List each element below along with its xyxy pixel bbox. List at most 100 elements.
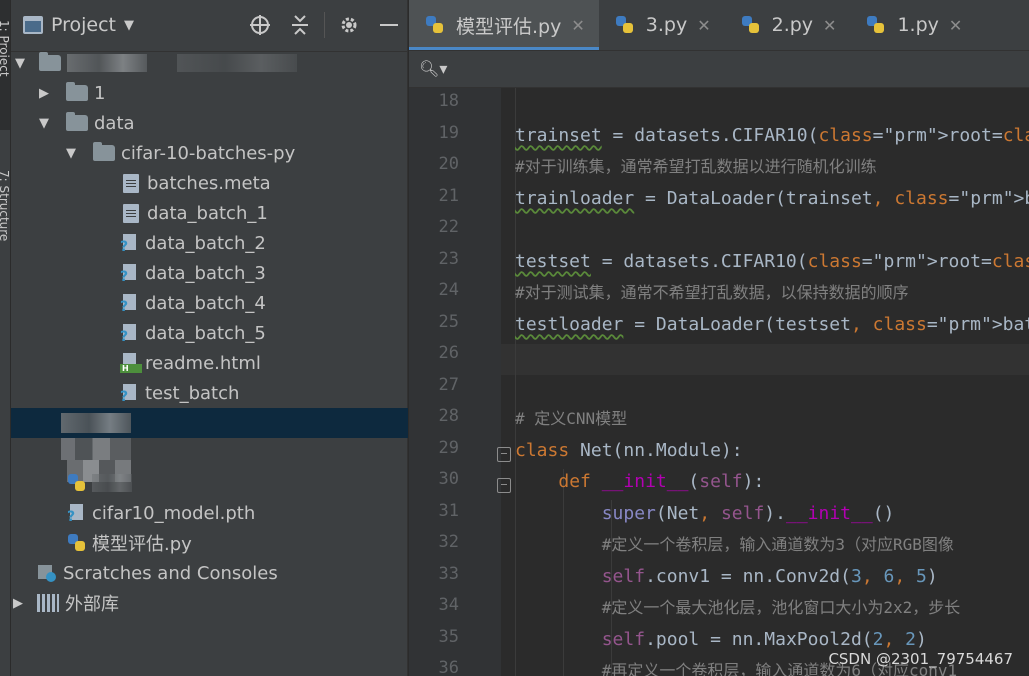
redacted-root-path (177, 54, 297, 72)
tab-1-py[interactable]: 1.py ✕ (850, 0, 976, 50)
redacted-tree-item (61, 438, 131, 460)
python-file-icon (741, 15, 761, 35)
editor-search-bar[interactable]: 🔍︎▾ (409, 50, 1029, 88)
structure-tool-tab[interactable]: 7: Structure (0, 150, 11, 260)
line-number: 20 (438, 154, 459, 174)
watermark: CSDN @2301_79754467 (828, 650, 1013, 668)
tab-label: 模型评估.py (456, 15, 562, 38)
tab-label: 3.py (645, 14, 688, 36)
chevron-down-icon: ▼ (124, 17, 135, 33)
line-number: 27 (438, 374, 459, 395)
tree-item-file[interactable]: test_batch (11, 378, 408, 408)
tree-item-file[interactable]: cifar10_model.pth (11, 498, 408, 528)
search-icon[interactable]: 🔍︎▾ (419, 59, 447, 78)
project-tool-tab-label: 1: Project (0, 20, 11, 77)
python-file-icon (67, 533, 87, 553)
tree-item-folder-1[interactable]: ▶ 1 (11, 78, 408, 108)
hide-panel-button[interactable] (377, 12, 401, 38)
code-line[interactable]: class Net(nn.Module): (515, 435, 743, 466)
code-line[interactable]: super(Net, self).__init__() (515, 498, 895, 529)
line-number: 32 (438, 532, 459, 552)
tab-label: 1.py (897, 14, 939, 36)
line-number: 33 (438, 563, 459, 584)
code-line[interactable]: trainloader = DataLoader(trainset, class… (515, 183, 1029, 214)
code-line[interactable]: self.conv1 = nn.Conv2d(3, 6, 5) (515, 561, 938, 592)
tree-item-label: 模型评估.py (92, 534, 192, 555)
python-file-icon (425, 15, 445, 35)
tree-item-label: readme.html (145, 352, 261, 374)
line-number: 19 (438, 122, 459, 143)
code-line[interactable]: # 定义CNN模型 (515, 403, 627, 434)
code-line[interactable]: def __init__(self): (515, 466, 764, 497)
collapse-all-button[interactable] (288, 12, 312, 38)
tree-item-label: 1 (94, 82, 106, 104)
project-panel-header: Project ▼ (11, 0, 407, 52)
tree-item-file[interactable]: data_batch_1 (11, 198, 408, 228)
code-line[interactable]: testset = datasets.CIFAR10(class="prm">r… (515, 246, 1029, 277)
line-number: 26 (438, 343, 459, 363)
tree-item-file[interactable]: 模型评估.py (11, 528, 408, 558)
line-number: 36 (438, 658, 459, 676)
tree-item-folder-data[interactable]: ▼ data (11, 108, 408, 138)
tree-item-folder-cifar[interactable]: ▼ cifar-10-batches-py (11, 138, 408, 168)
tree-item-scratches[interactable]: Scratches and Consoles (11, 558, 408, 588)
close-icon[interactable]: ✕ (823, 16, 836, 35)
unknown-file-icon (120, 263, 140, 285)
line-number: 23 (438, 248, 459, 269)
tree-item-redacted-py[interactable] (11, 468, 408, 498)
tree-item-label: cifar10_model.pth (92, 502, 256, 524)
close-icon[interactable]: ✕ (949, 16, 962, 35)
python-file-icon (615, 15, 635, 35)
line-number: 28 (438, 406, 459, 426)
locate-file-button[interactable] (248, 12, 272, 38)
line-number: 34 (438, 595, 459, 615)
close-icon[interactable]: ✕ (571, 16, 584, 35)
code-view[interactable]: trainset = datasets.CIFAR10(class="prm">… (515, 88, 1029, 676)
gear-icon (341, 17, 357, 33)
line-number: 31 (438, 500, 459, 521)
tab-3-py[interactable]: 3.py ✕ (599, 0, 725, 50)
code-line[interactable]: testloader = DataLoader(testset, class="… (515, 309, 1029, 340)
code-line[interactable]: #对于训练集，通常希望打乱数据以进行随机化训练 (515, 151, 877, 182)
tree-item-label: data (94, 112, 135, 134)
redacted-root-name (67, 54, 147, 72)
project-tool-tab[interactable]: 1: Project (0, 0, 11, 130)
redacted-file-name (92, 474, 132, 492)
tree-item-external-libraries[interactable]: ▶ 外部库 (11, 588, 408, 618)
settings-button[interactable] (337, 12, 361, 38)
tree-item-file[interactable]: data_batch_2 (11, 228, 408, 258)
tree-root[interactable]: ▼ (11, 48, 408, 78)
header-separator (324, 12, 325, 38)
python-file-icon (866, 15, 886, 35)
line-number: 25 (438, 311, 459, 332)
line-number: 35 (438, 626, 459, 647)
code-line[interactable]: #定义一个最大池化层，池化窗口大小为2x2，步长 (515, 592, 961, 623)
fold-marker-icon[interactable] (497, 447, 511, 462)
text-file-icon (123, 173, 139, 193)
line-number: 30 (438, 469, 459, 489)
tab-2-py[interactable]: 2.py ✕ (725, 0, 851, 50)
tree-item-file[interactable]: data_batch_5 (11, 318, 408, 348)
code-line[interactable]: #定义一个卷积层，输入通道数为3（对应RGB图像 (515, 529, 954, 560)
chevron-down-icon: ▼ (39, 115, 49, 131)
code-line[interactable]: #对于测试集，通常不希望打乱数据，以保持数据的顺序 (515, 277, 909, 308)
tree-item-file[interactable]: batches.meta (11, 168, 408, 198)
tab-model-eval[interactable]: 模型评估.py ✕ (409, 0, 599, 50)
fold-marker-icon[interactable] (497, 478, 511, 493)
text-file-icon (123, 203, 139, 223)
unknown-file-icon (67, 503, 87, 525)
close-icon[interactable]: ✕ (697, 16, 710, 35)
tree-item-label: batches.meta (147, 172, 271, 194)
tree-item-file[interactable]: data_batch_3 (11, 258, 408, 288)
tree-item-file[interactable]: data_batch_4 (11, 288, 408, 318)
tree-item-label: Scratches and Consoles (63, 562, 278, 584)
code-line[interactable]: trainset = datasets.CIFAR10(class="prm">… (515, 120, 1029, 151)
library-icon (37, 594, 59, 612)
line-number: 18 (438, 91, 459, 111)
folder-icon (66, 112, 88, 131)
project-view-selector[interactable]: Project ▼ (23, 14, 134, 36)
structure-tool-tab-label: 7: Structure (0, 170, 11, 242)
chevron-right-icon: ▶ (39, 85, 49, 101)
tree-item-selected-redacted[interactable] (11, 408, 408, 438)
tree-item-file[interactable]: readme.html (11, 348, 408, 378)
